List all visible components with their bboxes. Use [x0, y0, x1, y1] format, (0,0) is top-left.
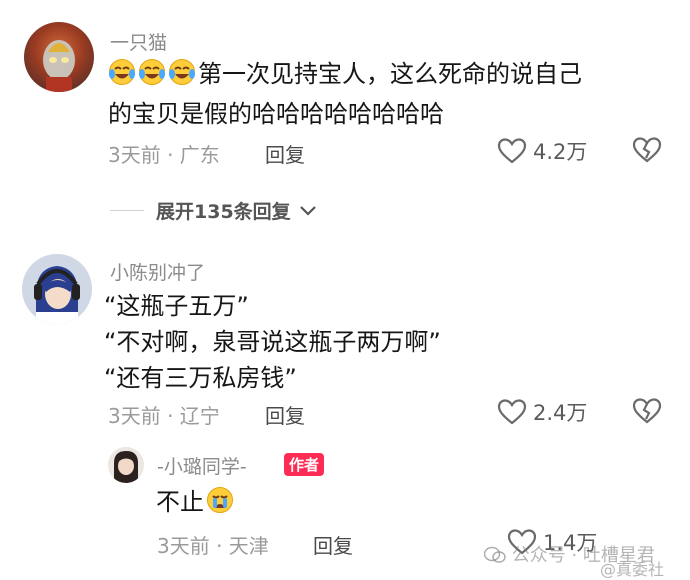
reply-text-line: 不止 [156, 488, 204, 516]
laughing-crying-emoji-icon [138, 58, 166, 98]
reply-button[interactable]: 回复 [265, 139, 305, 168]
divider-line [110, 210, 144, 211]
heart-icon [497, 399, 527, 425]
comment-meta: 3天前 · 辽宁 [108, 404, 220, 428]
comment-text-line: “这瓶子五万” [104, 292, 249, 320]
crying-emoji-icon [206, 486, 234, 526]
comment-meta: 3天前 · 广东 [108, 143, 220, 167]
reply-button[interactable]: 回复 [313, 530, 353, 559]
comment-text-line: 第一次见持宝人，这么死命的说自己 [198, 60, 582, 88]
like-count: 2.4万 [533, 401, 588, 425]
dislike-button[interactable] [632, 397, 662, 429]
expand-replies-button[interactable]: 展开135条回复 [156, 197, 317, 224]
avatar[interactable] [24, 22, 94, 92]
watermark-right: @真委社 [600, 560, 665, 579]
comment-text-line: “不对啊，泉哥说这瓶子两万啊” [104, 328, 441, 356]
expand-replies-label: 展开135条回复 [156, 201, 291, 223]
like-count: 4.2万 [533, 140, 588, 164]
avatar[interactable] [22, 254, 92, 324]
reply-avatar[interactable] [108, 447, 144, 483]
reply-button[interactable]: 回复 [265, 400, 305, 429]
like-button[interactable]: 4.2万 [497, 136, 587, 166]
wechat-icon [483, 546, 506, 563]
comment-text-line: “还有三万私房钱” [104, 364, 297, 392]
like-button[interactable]: 2.4万 [497, 397, 587, 427]
laughing-crying-emoji-icon [108, 58, 136, 98]
comment-username[interactable]: 小陈别冲了 [110, 258, 205, 285]
heart-icon [497, 138, 527, 164]
laughing-crying-emoji-icon [168, 58, 196, 98]
reply-username[interactable]: -小璐同学- [157, 452, 247, 479]
comment-text: 第一次见持宝人，这么死命的说自己 [108, 54, 582, 98]
author-badge: 作者 [284, 453, 325, 476]
comment-text-line: 的宝贝是假的哈哈哈哈哈哈哈哈 [108, 100, 444, 128]
reply-text: 不止 [156, 482, 236, 526]
comment-username[interactable]: 一只猫 [110, 28, 167, 55]
reply-meta: 3天前 · 天津 [157, 534, 269, 558]
dislike-button[interactable] [632, 136, 662, 168]
broken-heart-icon [632, 137, 662, 163]
chevron-down-icon [299, 205, 316, 216]
broken-heart-icon [632, 398, 662, 424]
